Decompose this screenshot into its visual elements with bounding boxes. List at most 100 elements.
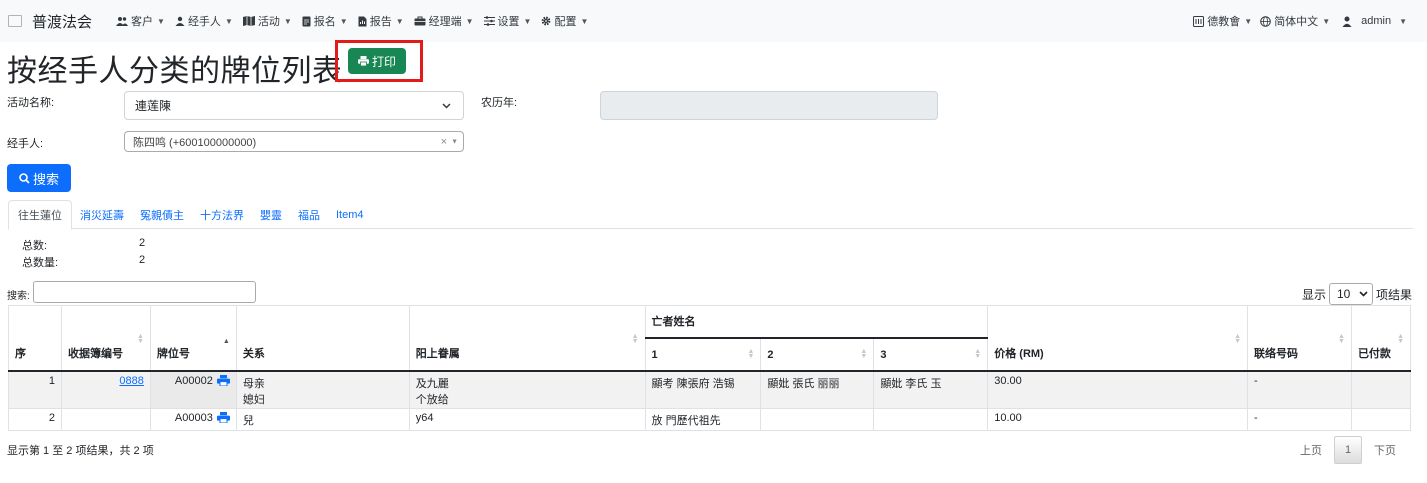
print-label: 打印 <box>371 54 396 69</box>
menu-customers[interactable]: 客户 ▼ <box>116 13 165 29</box>
tab-rebirth[interactable]: 往生蓮位 <box>8 200 72 230</box>
sort-icon: ▲ ▼ <box>860 347 868 360</box>
cell-relation: 母亲 媳妇 <box>235 370 410 409</box>
person-icon <box>175 16 185 26</box>
agent-value: 陈四鸣 (+600100000000) <box>133 136 257 149</box>
caret-down-icon: ▼ <box>1322 16 1331 26</box>
header-label: 3 <box>880 348 887 361</box>
col-deceased-2[interactable]: 2 ▲ ▼ <box>760 337 875 372</box>
top-navbar: 普渡法会 客户 ▼ 经手人 ▼ 活动 ▼ 报名 ▼ 报告 ▼ 经理端 ▼ 设置 ▼ <box>0 0 1427 42</box>
menu-language[interactable]: 简体中文 ▼ <box>1260 13 1330 29</box>
printer-icon[interactable] <box>216 374 230 386</box>
menu-label: 报告 <box>369 16 392 28</box>
lunar-year-field <box>600 91 938 120</box>
next-page-button[interactable]: 下页 <box>1366 436 1404 464</box>
cell-deceased-1: 顯考 陳張府 浩锡 <box>644 370 762 409</box>
menu-label: 客户 <box>131 16 154 28</box>
tab-item4[interactable]: Item4 <box>328 200 372 229</box>
page-length-select[interactable]: 10 <box>1329 283 1373 305</box>
cell-receipt <box>60 408 151 431</box>
clear-icon[interactable]: × <box>441 136 447 148</box>
col-deceased-1[interactable]: 1 ▲ ▼ <box>644 337 762 372</box>
cell-living: y64 <box>408 408 646 431</box>
navbar-right: 德教會 ▼ 简体中文 ▼ admin ▼ <box>1185 0 1407 42</box>
menu-agents[interactable]: 经手人 ▼ <box>175 13 233 29</box>
caret-down-icon: ▼ <box>580 16 589 26</box>
map-icon <box>242 16 255 26</box>
tab-karmic-creditors[interactable]: 冤親債主 <box>132 200 192 229</box>
header-label: 牌位号 <box>156 347 190 360</box>
users-icon <box>116 17 129 26</box>
quantity-label: 总数量: <box>22 257 59 269</box>
globe-icon <box>1260 15 1271 27</box>
print-button[interactable]: 打印 <box>348 48 406 74</box>
caret-down-icon: ▼ <box>451 138 458 145</box>
col-deceased-3[interactable]: 3 ▲ ▼ <box>873 337 989 372</box>
col-seq[interactable]: 序 <box>8 305 62 372</box>
col-paid[interactable]: 已付款 ▲ ▼ <box>1350 305 1412 372</box>
user-icon <box>1342 16 1352 27</box>
header-label: 2 <box>767 348 774 361</box>
prev-page-button[interactable]: 上页 <box>1292 436 1330 464</box>
menu-label: 经理端 <box>428 16 462 28</box>
tab-ten-realms[interactable]: 十方法界 <box>192 200 252 229</box>
broken-image-icon <box>8 15 22 27</box>
col-living[interactable]: 阳上眷属 ▲ ▼ <box>408 305 646 372</box>
cell-paid <box>1350 370 1412 409</box>
tab-infant-spirits[interactable]: 嬰靈 <box>252 200 290 229</box>
table-search-input[interactable] <box>33 281 256 303</box>
cell-deceased-2 <box>760 408 875 431</box>
menu-reports[interactable]: 报告 ▼ <box>358 13 404 29</box>
tab-blessed-items[interactable]: 福品 <box>290 200 328 229</box>
tablet-number: A00002 <box>174 374 213 387</box>
sort-icon: ▲ ▼ <box>136 332 144 345</box>
sort-icon: ▲ ▼ <box>1234 332 1242 345</box>
brand[interactable]: 普渡法会 <box>8 11 116 32</box>
caret-down-icon: ▼ <box>465 16 474 26</box>
menu-events[interactable]: 活动 ▼ <box>242 13 292 29</box>
header-label: 关系 <box>242 347 265 360</box>
menu-registration[interactable]: 报名 ▼ <box>302 13 348 29</box>
building-icon <box>1193 15 1205 27</box>
sort-asc-icon: ▲ <box>222 337 230 345</box>
cell-paid <box>1350 408 1412 431</box>
total-value: 2 <box>139 237 146 249</box>
menu-user[interactable]: admin ▼ <box>1342 15 1407 27</box>
caret-down-icon: ▼ <box>1399 16 1407 26</box>
menu-config[interactable]: 配置 ▼ <box>541 13 588 29</box>
brand-name: 普渡法会 <box>32 13 93 31</box>
menu-organization[interactable]: 德教會 ▼ <box>1193 13 1252 29</box>
cell-deceased-2: 顯妣 張氏 丽丽 <box>760 370 875 409</box>
search-button[interactable]: 搜索 <box>7 164 71 192</box>
cell-deceased-3 <box>873 408 989 431</box>
header-label: 亡者姓名 <box>651 316 696 329</box>
report-icon <box>358 16 367 26</box>
col-tablet[interactable]: 牌位号 ▲ <box>149 305 237 372</box>
printer-icon[interactable] <box>216 412 230 423</box>
event-select[interactable]: 連莲陳 <box>124 91 464 120</box>
page-button-current[interactable]: 1 <box>1334 436 1362 464</box>
cell-price: 10.00 <box>987 408 1249 431</box>
cell-relation: 兒 <box>235 408 410 431</box>
page-length-value: 10 <box>1337 287 1351 301</box>
event-value: 連莲陳 <box>135 99 172 113</box>
menu-manager[interactable]: 经理端 ▼ <box>414 13 474 29</box>
menu-label: admin <box>1361 15 1392 27</box>
lunar-year-label: 农历年: <box>481 97 518 109</box>
tab-longevity[interactable]: 消災延壽 <box>72 200 132 229</box>
agent-select[interactable]: 陈四鸣 (+600100000000) × ▼ <box>124 131 464 152</box>
sort-icon: ▲ ▼ <box>974 347 982 360</box>
receipt-link[interactable]: 0888 <box>119 375 143 387</box>
col-receipt[interactable]: 收据簿编号 ▲ ▼ <box>60 305 151 372</box>
col-contact[interactable]: 联络号码 ▲ ▼ <box>1247 305 1352 372</box>
col-price[interactable]: 价格 (RM) ▲ ▼ <box>987 305 1249 372</box>
header-label: 已付款 <box>1357 347 1391 360</box>
caret-down-icon: ▼ <box>283 16 292 26</box>
cell-contact: - <box>1247 408 1352 431</box>
header-label: 收据簿编号 <box>67 347 123 360</box>
col-relation[interactable]: 关系 <box>235 305 410 372</box>
menu-settings[interactable]: 设置 ▼ <box>483 13 531 29</box>
quantity-value: 2 <box>139 254 146 266</box>
cell-tablet: A00003 <box>149 408 237 431</box>
settings-list-icon <box>483 16 495 26</box>
